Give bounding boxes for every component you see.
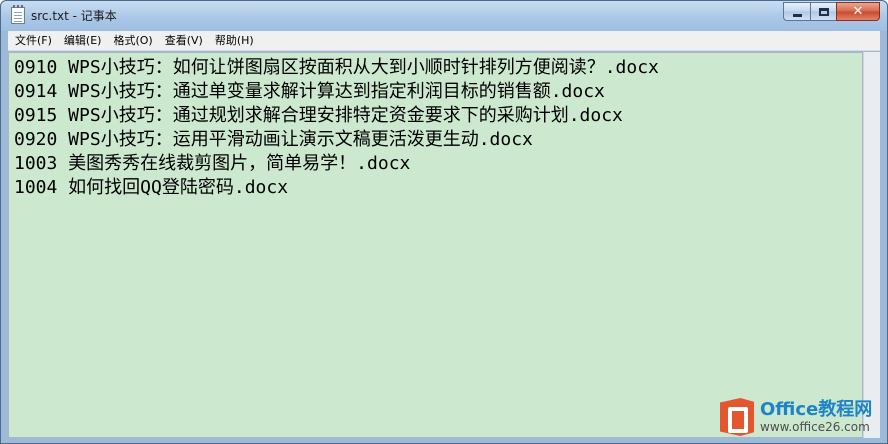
menu-view[interactable]: 查看(V)	[160, 31, 208, 51]
text-line[interactable]: 0920 WPS小技巧：运用平滑动画让演示文稿更活泼更生动.docx	[14, 128, 533, 152]
text-editor-area[interactable]: 0910 WPS小技巧：如何让饼图扇区按面积从大到小顺时针排列方便阅读？.doc…	[8, 52, 863, 438]
notepad-icon[interactable]	[11, 5, 25, 24]
text-line[interactable]: 1004 如何找回QQ登陆密码.docx	[14, 176, 288, 200]
watermark-url: www.office26.com	[760, 420, 870, 434]
text-line[interactable]: 0910 WPS小技巧：如何让饼图扇区按面积从大到小顺时针排列方便阅读？.doc…	[14, 56, 659, 80]
window-title: src.txt - 记事本	[31, 9, 117, 23]
watermark-text: Office教程网 www.office26.com	[760, 399, 873, 435]
text-line[interactable]: 1003 美图秀秀在线裁剪图片，简单易学！.docx	[14, 152, 410, 176]
maximize-button[interactable]	[810, 2, 836, 21]
vertical-scrollbar[interactable]	[863, 52, 880, 438]
minimize-icon	[792, 14, 802, 17]
office-logo-icon	[720, 398, 754, 436]
office26-watermark: Office教程网 www.office26.com	[720, 394, 888, 440]
menu-edit[interactable]: 编辑(E)	[59, 31, 107, 51]
close-button[interactable]: ✕	[836, 2, 880, 21]
title-bar[interactable]: src.txt - 记事本 ✕	[1, 1, 887, 31]
menu-bar: 文件(F) 编辑(E) 格式(O) 查看(V) 帮助(H)	[8, 31, 880, 51]
close-icon: ✕	[852, 4, 864, 19]
watermark-brand: Office教程网	[760, 399, 873, 420]
menu-file[interactable]: 文件(F)	[10, 31, 57, 51]
notepad-window: src.txt - 记事本 ✕ 文件(F) 编辑(E) 格式(O) 查看(V) …	[0, 0, 888, 444]
text-line[interactable]: 0914 WPS小技巧：通过单变量求解计算达到指定利润目标的销售额.docx	[14, 80, 605, 104]
menu-format[interactable]: 格式(O)	[108, 31, 157, 51]
menu-help[interactable]: 帮助(H)	[210, 31, 259, 51]
minimize-button[interactable]	[783, 2, 810, 21]
maximize-icon	[818, 7, 829, 16]
text-line[interactable]: 0915 WPS小技巧：通过规划求解合理安排特定资金要求下的采购计划.docx	[14, 104, 623, 128]
